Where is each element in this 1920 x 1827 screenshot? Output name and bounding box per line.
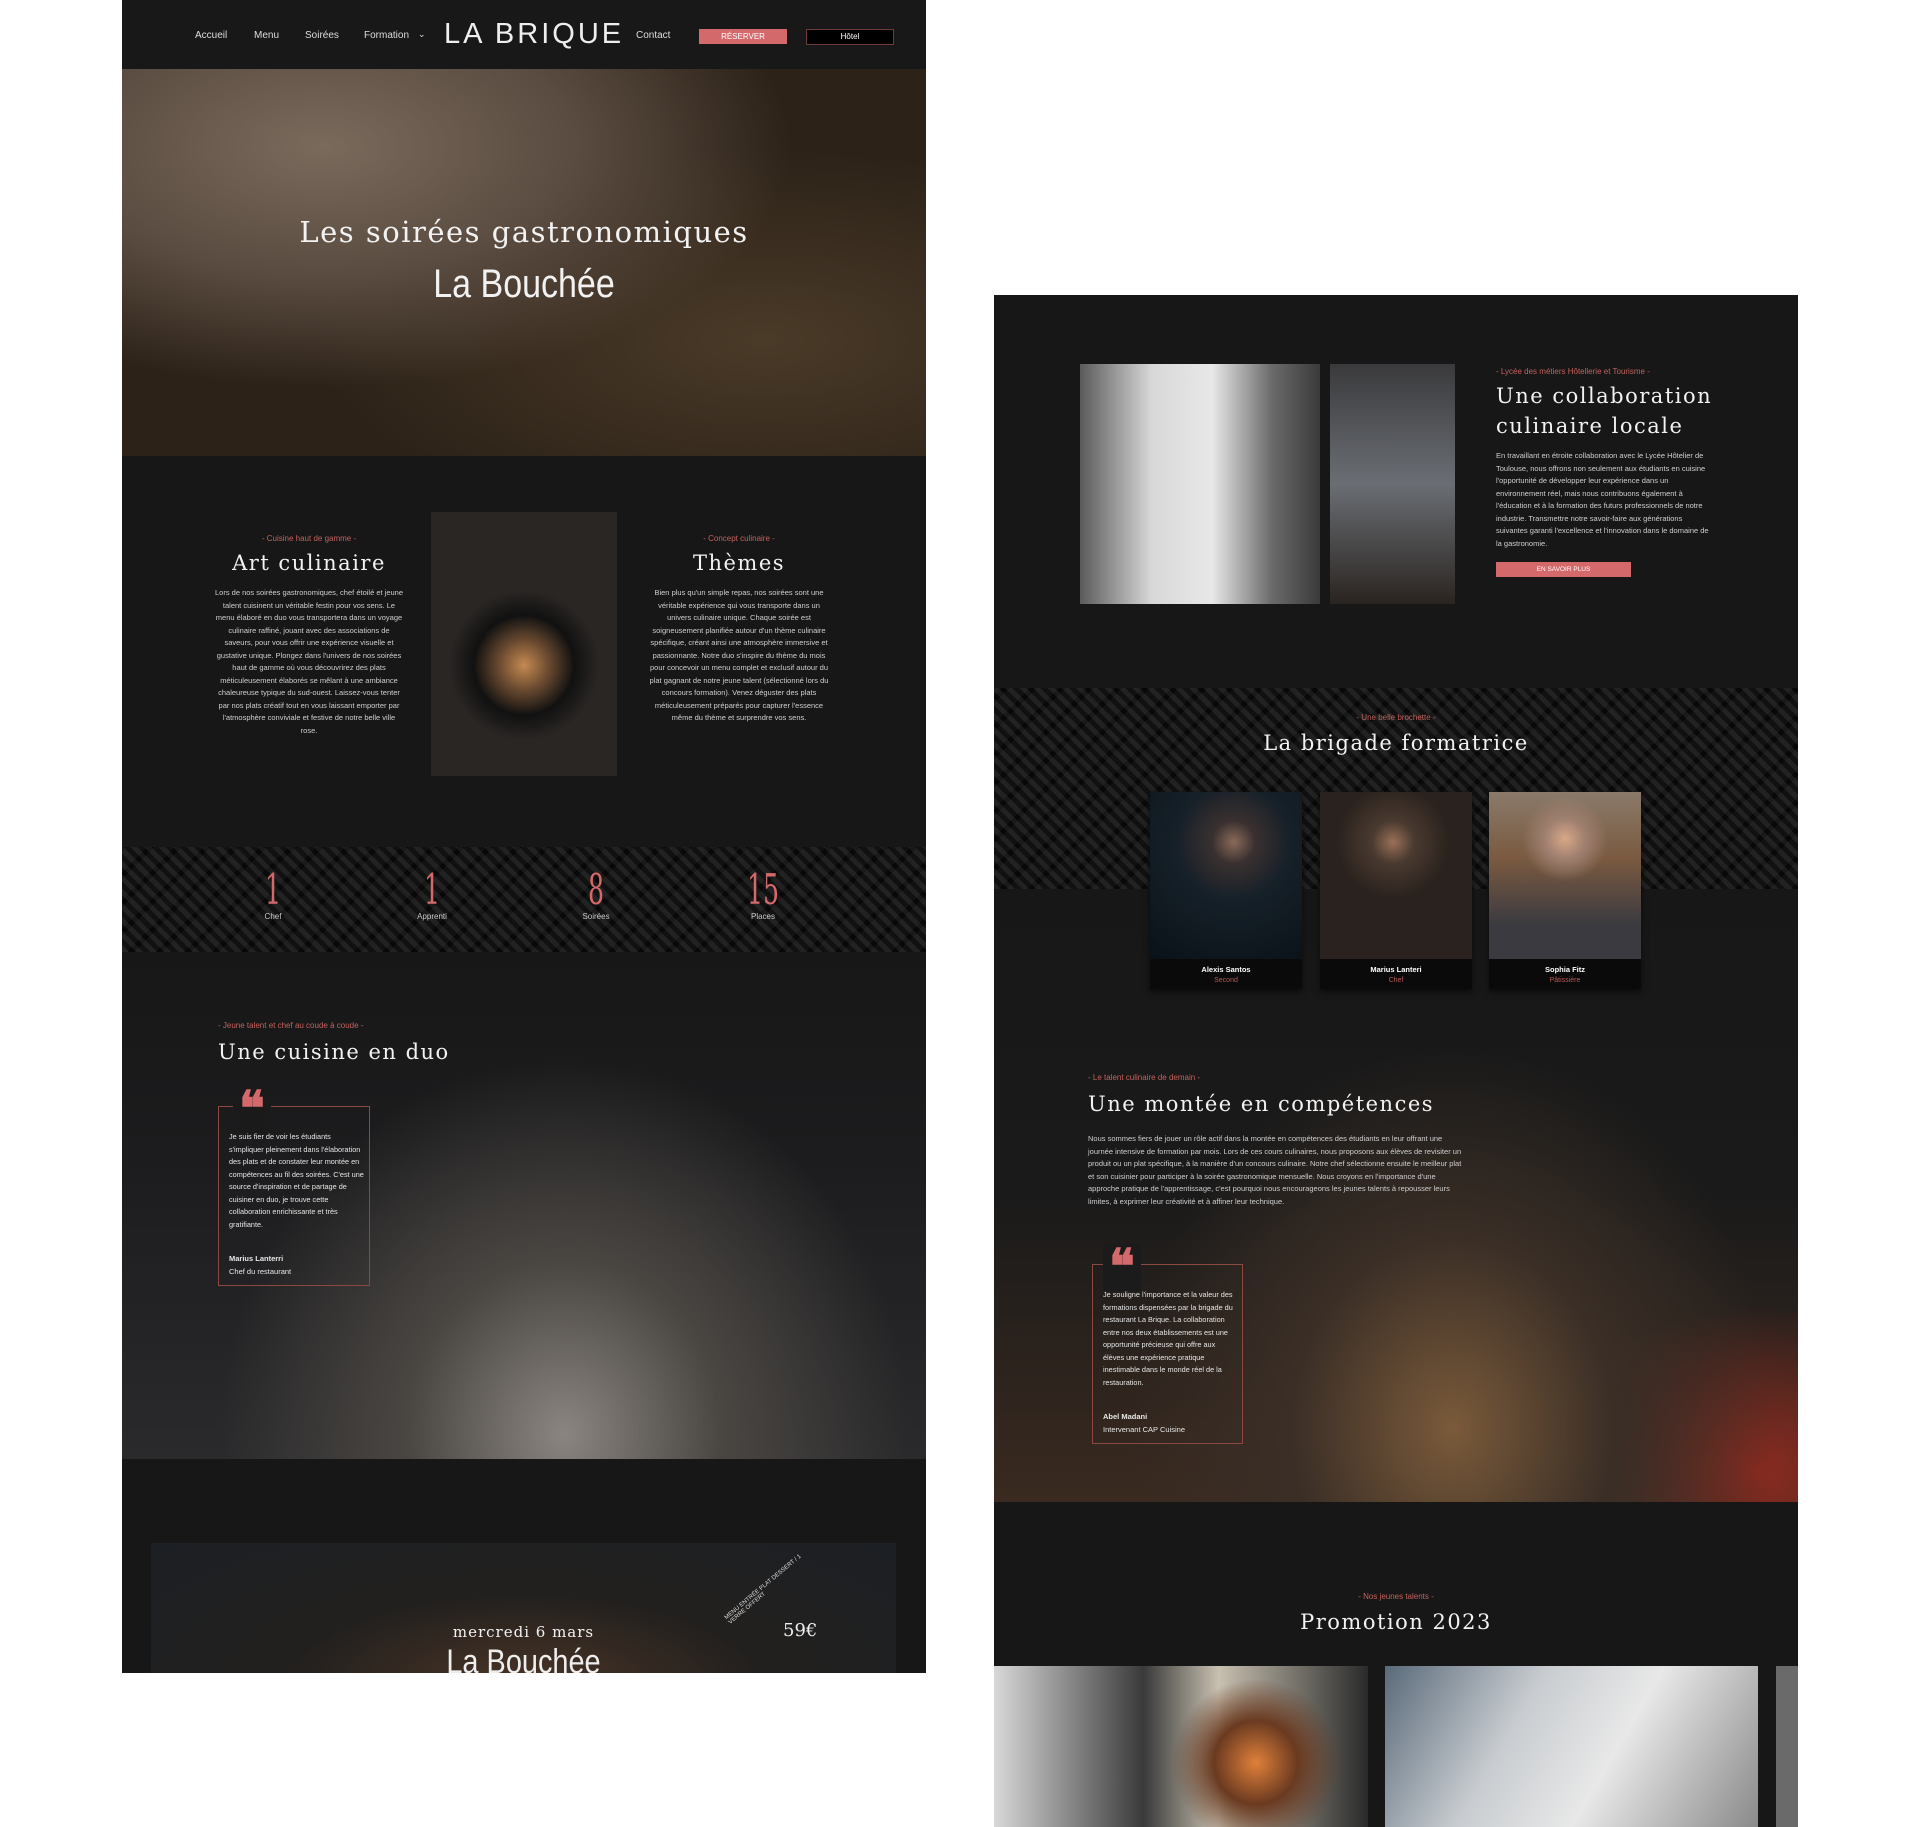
collab-text: - Lycée des métiers Hôtellerie et Touris… (1496, 367, 1716, 577)
montee-title: Une montée en compétences (1088, 1092, 1435, 1116)
hotel-button[interactable]: Hôtel (806, 29, 894, 45)
member-card[interactable]: Sophia Fitz Pâtissière (1489, 792, 1641, 989)
left-page: Accueil Menu Soirées Formation ⌄ LA BRIQ… (122, 0, 926, 1673)
themes: - Concept culinaire - Thèmes Bien plus q… (645, 534, 833, 725)
member-photo (1150, 792, 1302, 959)
stat-value: 8 (587, 865, 605, 914)
member-role: Pâtissière (1549, 977, 1581, 984)
quote-role: Chef du restaurant (229, 1267, 292, 1276)
stat-value: 1 (423, 865, 441, 914)
section-label: - Concept culinaire - (703, 534, 775, 543)
member-card[interactable]: Marius Lanteri Chef (1320, 792, 1472, 989)
event-price: 59€ (783, 1620, 818, 1641)
stat-apprenti: 1 Apprenti (372, 865, 492, 922)
hero-title: Les soirées gastronomiques (299, 215, 749, 249)
nav-accueil[interactable]: Accueil (195, 30, 227, 41)
top-nav: Accueil Menu Soirées Formation ⌄ LA BRIQ… (122, 0, 926, 69)
member-role: Second (1214, 977, 1238, 984)
nav-formation[interactable]: Formation (364, 30, 409, 41)
stat-soirees: 8 Soirées (536, 865, 656, 922)
title-line-1: Une collaboration (1496, 384, 1713, 408)
section-title: Art culinaire (232, 551, 386, 575)
section-text: En travaillant en étroite collaboration … (1496, 451, 1709, 548)
nav-menu[interactable]: Menu (254, 30, 279, 41)
member-name: Alexis Santos (1201, 965, 1251, 974)
quote-text: Je souligne l'importance et la valeur de… (1103, 1290, 1233, 1387)
quote-role: Intervenant CAP Cuisine (1103, 1425, 1185, 1434)
quote-icon: ❝ (1103, 1243, 1141, 1291)
event-title: La Bouchée (446, 1643, 601, 1673)
quote-author: Marius Lanterri (229, 1254, 284, 1263)
right-page: - Lycée des métiers Hôtellerie et Touris… (994, 295, 1798, 1827)
title-line-2: culinaire locale (1496, 414, 1684, 438)
quote-box: ❝ Je suis fier de voir les étudiants s'i… (218, 1085, 370, 1286)
art-culinaire: - Cuisine haut de gamme - Art culinaire … (214, 534, 404, 737)
section-title: Thèmes (692, 551, 786, 575)
member-photo (1320, 792, 1472, 959)
logo[interactable]: LA BRIQUE (444, 18, 624, 51)
promo-label: - Nos jeunes talents - (1358, 1592, 1434, 1601)
member-name: Marius Lanteri (1370, 965, 1422, 974)
hero: Les soirées gastronomiques La Bouchée (122, 69, 926, 456)
hero-subtitle: La Bouchée (433, 262, 615, 306)
promo-photo[interactable] (1385, 1666, 1758, 1827)
quote-icon: ❝ (233, 1085, 271, 1133)
promo-title: Promotion 2023 (1300, 1610, 1492, 1634)
stat-places: 15 Places (703, 865, 823, 922)
brigade-label: - Une belle brochette - (1356, 713, 1436, 722)
section-label: - Lycée des métiers Hôtellerie et Touris… (1496, 367, 1650, 376)
chevron-down-icon[interactable]: ⌄ (418, 29, 426, 40)
students-image (1080, 364, 1320, 604)
quote-text: Je suis fier de voir les étudiants s'imp… (229, 1132, 364, 1229)
duo-title: Une cuisine en duo (218, 1040, 450, 1064)
stat-value: 1 (264, 865, 282, 914)
quote-author: Abel Madani (1103, 1412, 1148, 1421)
promo-photo[interactable] (1776, 1666, 1798, 1827)
stat-value: 15 (746, 865, 780, 914)
section-text: Lors de nos soirées gastronomiques, chef… (214, 588, 404, 735)
reserve-button[interactable]: RÉSERVER (699, 29, 787, 44)
en-savoir-plus-button[interactable]: EN SAVOIR PLUS (1496, 562, 1631, 577)
menu-badge: MENU ENTRÉE PLAT DESSERT / 1 VERRE OFFER… (723, 1553, 803, 1626)
montee-label: - Le talent culinaire de demain - (1088, 1073, 1201, 1082)
promo-photo[interactable] (994, 1666, 1368, 1827)
chef-plating-image (1330, 364, 1455, 604)
duo-label: - Jeune talent et chef au coude à coude … (218, 1021, 364, 1030)
section-text: Bien plus qu'un simple repas, nos soirée… (649, 588, 829, 722)
member-role: Chef (1388, 977, 1404, 984)
member-card[interactable]: Alexis Santos Second (1150, 792, 1302, 989)
member-photo (1489, 792, 1641, 959)
montee-text: Nous sommes fiers de jouer un rôle actif… (1088, 1134, 1462, 1206)
member-name: Sophia Fitz (1545, 965, 1585, 974)
section-label: - Cuisine haut de gamme - (261, 534, 357, 543)
nav-contact[interactable]: Contact (636, 30, 670, 41)
oyster-dish-image (431, 512, 617, 776)
brigade-title: La brigade formatrice (1263, 731, 1529, 755)
nav-soirees[interactable]: Soirées (305, 30, 339, 41)
stat-chef: 1 Chef (213, 865, 333, 922)
event-banner[interactable]: mercredi 6 mars La Bouchée MENU ENTRÉE P… (151, 1543, 896, 1673)
quote-box: ❝ Je souligne l'importance et la valeur … (1092, 1243, 1243, 1444)
